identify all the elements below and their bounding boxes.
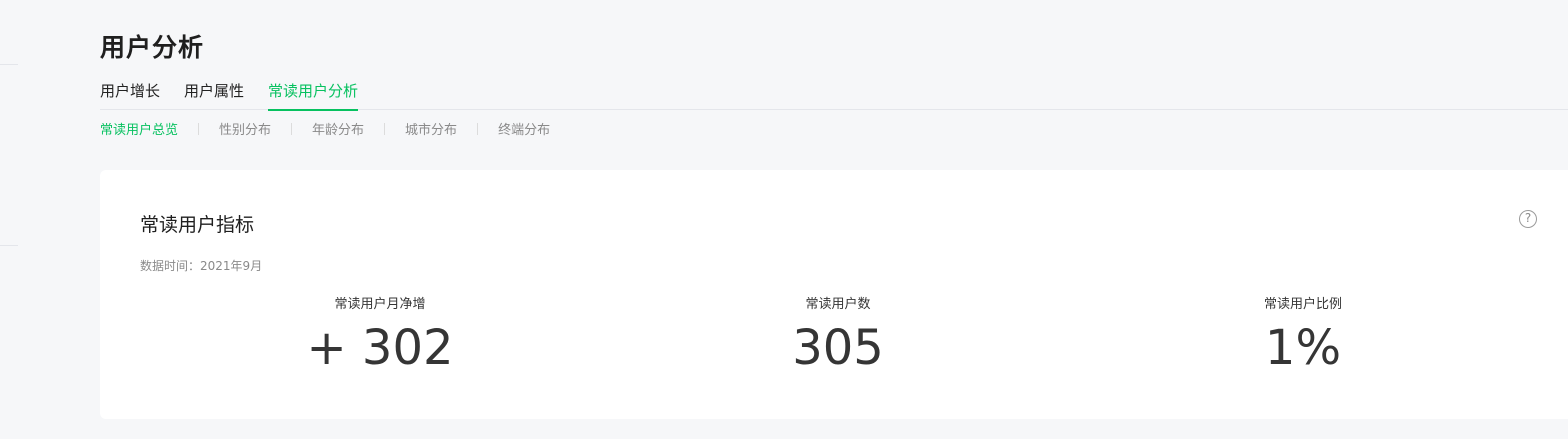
tab-user-growth[interactable]: 用户增长 (100, 80, 160, 110)
subtab-city[interactable]: 城市分布 (405, 119, 477, 138)
subtab-device[interactable]: 终端分布 (498, 119, 570, 138)
question-circle-icon[interactable]: ? (1519, 210, 1537, 228)
subtab-age[interactable]: 年龄分布 (312, 119, 384, 138)
metrics-card: 常读用户指标 ? 数据时间： 2021年9月 常读用户月净增 + 302 常读用… (100, 170, 1568, 419)
subtab-divider (477, 122, 479, 135)
metric-monthly-net-growth: 常读用户月净增 + 302 (230, 293, 530, 374)
tab-user-attributes[interactable]: 用户属性 (184, 80, 244, 110)
tab-frequent-readers[interactable]: 常读用户分析 (268, 80, 359, 111)
sidebar-divider (0, 245, 18, 246)
data-time-label: 数据时间： (140, 259, 201, 273)
metric-value: 305 (792, 320, 884, 376)
sidebar-divider (0, 64, 18, 65)
subtab-divider (291, 122, 293, 135)
metric-label: 常读用户月净增 (334, 297, 426, 312)
metric-label: 常读用户比例 (1263, 297, 1342, 312)
metric-value: 1% (1264, 320, 1342, 376)
data-time: 数据时间： 2021年9月 (140, 257, 262, 274)
metric-frequent-reader-count: 常读用户数 305 (688, 293, 988, 374)
card-title: 常读用户指标 (140, 214, 255, 236)
metric-value: + 302 (306, 320, 454, 376)
metric-frequent-reader-ratio: 常读用户比例 1% (1153, 293, 1453, 374)
subtab-divider (198, 122, 200, 135)
metric-label: 常读用户数 (805, 297, 871, 312)
page-title: 用户分析 (100, 33, 205, 62)
sub-tabs: 常读用户总览 性别分布 年龄分布 城市分布 终端分布 (100, 119, 570, 138)
subtab-overview[interactable]: 常读用户总览 (100, 119, 198, 138)
main-tabs: 用户增长 用户属性 常读用户分析 (100, 80, 1568, 111)
subtab-divider (384, 122, 386, 135)
data-time-value: 2021年9月 (200, 259, 263, 273)
subtab-gender[interactable]: 性别分布 (219, 119, 291, 138)
